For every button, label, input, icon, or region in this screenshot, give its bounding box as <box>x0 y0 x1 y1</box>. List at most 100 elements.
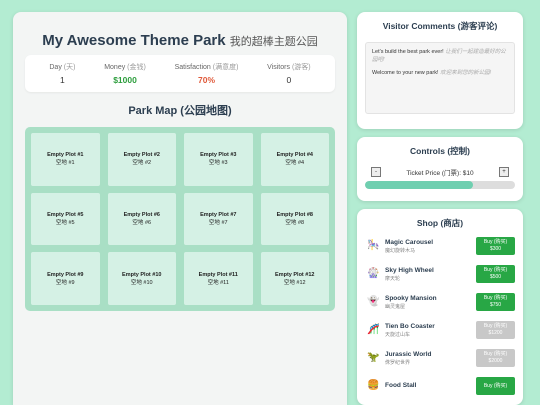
plot-label-zh: 空地 #3 <box>208 160 228 167</box>
ticket-price-slider[interactable] <box>365 181 515 190</box>
shop-panel: Shop (商店) 🎠 Magic Carousel 魔幻旋转木马 Buy (购买) $… <box>357 209 523 405</box>
shop-item-text: Sky High Wheel 摩天轮 <box>385 267 476 282</box>
shop-item: 🎢 Tien Bo Coaster 天旋过山车 Buy (购买) $1200 <box>365 319 515 341</box>
carousel-icon: 🎠 <box>367 240 380 251</box>
map-plot[interactable]: Empty Plot #5 空地 #5 <box>31 192 100 246</box>
shop-item-text: Magic Carousel 魔幻旋转木马 <box>385 239 476 254</box>
shop-item-name: Magic Carousel <box>385 238 434 246</box>
comments-panel: Visitor Comments (游客评论) Let's build the … <box>357 12 523 130</box>
stat-satisfaction: Satisfaction (满意度) 70% <box>175 62 239 85</box>
plot-label-zh: 空地 #12 <box>283 279 306 286</box>
map-plot[interactable]: Empty Plot #1 空地 #1 <box>31 133 100 186</box>
map-plot[interactable]: Empty Plot #4 空地 #4 <box>260 133 329 186</box>
map-plot[interactable]: Empty Plot #2 空地 #2 <box>107 133 176 186</box>
stat-label: Day <box>49 64 62 71</box>
stat-label: Money <box>104 64 126 71</box>
map-plot[interactable]: Empty Plot #8 空地 #8 <box>260 192 329 246</box>
buy-label: Buy (购买) <box>483 295 508 301</box>
plot-label: Empty Plot #12 <box>275 271 315 278</box>
plot-label-zh: 空地 #4 <box>285 160 305 167</box>
dinosaur-icon: 🦖 <box>367 352 380 363</box>
comment-text: Welcome to your new park! <box>372 70 439 76</box>
plot-label-zh: 空地 #1 <box>55 160 75 167</box>
map-title: Park Map (公园地图) <box>128 105 232 117</box>
shop-item-name: Sky High Wheel <box>385 266 434 274</box>
stat-value: $1000 <box>113 75 137 85</box>
shop-item: 🎠 Magic Carousel 魔幻旋转木马 Buy (购买) $300 <box>365 235 515 257</box>
stats-bar: Day (天) 1 Money (金钱) $1000 Satisfaction … <box>25 55 335 92</box>
plot-label: Empty Plot #11 <box>198 271 238 278</box>
map-plot[interactable]: Empty Plot #7 空地 #7 <box>184 192 253 246</box>
buy-price: $1200 <box>488 330 503 336</box>
buy-button[interactable]: Buy (购买) $2000 <box>476 349 515 367</box>
shop-item-text: Food Stall <box>385 382 476 390</box>
park-map: Empty Plot #1 空地 #1 Empty Plot #2 空地 #2 Em… <box>25 127 335 311</box>
comment-item: Let's build the best park ever! 让我们一起建造最… <box>372 48 508 64</box>
comments-list[interactable]: Let's build the best park ever! 让我们一起建造最… <box>365 42 515 114</box>
main-panel: My Awesome Theme Park 我的超棒主题公园 Day (天) 1… <box>13 12 347 405</box>
title-en: My Awesome Theme Park <box>42 32 226 49</box>
title-zh: 我的超棒主题公园 <box>229 36 318 48</box>
stat-label: Visitors <box>267 64 290 71</box>
ticket-price-label: Ticket Price (门票): $10 <box>406 170 474 178</box>
map-plot[interactable]: Empty Plot #11 空地 #11 <box>184 252 253 305</box>
controls-title: Controls (控制) <box>410 146 470 157</box>
buy-button[interactable]: Buy (购买) $750 <box>476 293 515 311</box>
increase-price-button[interactable]: + <box>499 167 509 178</box>
plot-label-zh: 空地 #7 <box>208 219 228 226</box>
shop-item-text: Tien Bo Coaster 天旋过山车 <box>385 323 476 338</box>
plot-label: Empty Plot #1 <box>47 152 84 159</box>
stat-label-zh: (天) <box>63 64 76 71</box>
stat-money: Money (金钱) $1000 <box>104 62 146 85</box>
buy-button[interactable]: Buy (购买) $1200 <box>476 321 515 339</box>
comment-item: Welcome to your new park! 欢迎来到您的新公园! <box>372 69 508 77</box>
stat-label: Satisfaction <box>174 64 211 71</box>
food-icon: 🍔 <box>367 380 380 391</box>
plot-label: Empty Plot #10 <box>122 271 162 278</box>
ticket-price-fill <box>365 181 473 190</box>
shop-item-name: Tien Bo Coaster <box>385 322 435 330</box>
buy-button[interactable]: Buy (购买) <box>476 377 515 395</box>
plot-label-zh: 空地 #8 <box>285 219 305 226</box>
buy-label: Buy (购买) <box>483 382 508 389</box>
shop-item-text: Jurassic World 侏罗纪世界 <box>385 351 476 366</box>
shop-item-name-zh: 侏罗纪世界 <box>385 359 411 366</box>
buy-price: $750 <box>489 302 502 308</box>
buy-label: Buy (购买) <box>483 323 508 329</box>
buy-price: $2000 <box>488 358 503 364</box>
shop-item-name: Jurassic World <box>385 350 432 358</box>
ticket-price-row: - Ticket Price (门票): $10 + <box>365 167 515 178</box>
plot-label: Empty Plot #7 <box>200 211 237 218</box>
map-plot[interactable]: Empty Plot #6 空地 #6 <box>107 192 176 246</box>
map-plot[interactable]: Empty Plot #9 空地 #9 <box>31 252 100 305</box>
stat-value: 70% <box>197 75 215 85</box>
stat-label-zh: (游客) <box>291 64 311 71</box>
shop-item-text: Spooky Mansion 幽灵鬼屋 <box>385 295 476 310</box>
ghost-icon: 👻 <box>367 296 380 307</box>
stat-value: 0 <box>286 75 292 85</box>
comment-text-zh: 欢迎来到您的新公园! <box>440 70 492 76</box>
plot-label: Empty Plot #2 <box>123 152 160 159</box>
buy-button[interactable]: Buy (购买) $500 <box>476 265 515 283</box>
controls-panel: Controls (控制) - Ticket Price (门票): $10 + <box>357 137 523 201</box>
map-plot[interactable]: Empty Plot #3 空地 #3 <box>184 133 253 186</box>
comments-title: Visitor Comments (游客评论) <box>382 21 498 31</box>
stat-day: Day (天) 1 <box>49 62 75 85</box>
shop-item-name-zh: 幽灵鬼屋 <box>385 303 406 310</box>
shop-item-name-zh: 摩天轮 <box>385 275 401 282</box>
shop-item-name: Food Stall <box>385 382 417 389</box>
decrease-price-button[interactable]: - <box>371 167 381 178</box>
plot-label-zh: 空地 #9 <box>55 279 75 286</box>
stat-value: 1 <box>60 75 65 85</box>
map-plot[interactable]: Empty Plot #10 空地 #10 <box>107 252 176 305</box>
shop-item-name-zh: 天旋过山车 <box>385 331 411 338</box>
page-title: My Awesome Theme Park 我的超棒主题公园 <box>13 32 347 49</box>
plot-label: Empty Plot #4 <box>276 152 313 159</box>
plot-label: Empty Plot #5 <box>47 211 84 218</box>
buy-label: Buy (购买) <box>483 239 508 245</box>
plot-label: Empty Plot #9 <box>47 271 84 278</box>
stat-label-zh: (满意度) <box>212 64 239 71</box>
buy-button[interactable]: Buy (购买) $300 <box>476 237 515 255</box>
app-window: My Awesome Theme Park 我的超棒主题公园 Day (天) 1… <box>13 12 523 405</box>
map-plot[interactable]: Empty Plot #12 空地 #12 <box>260 252 329 305</box>
